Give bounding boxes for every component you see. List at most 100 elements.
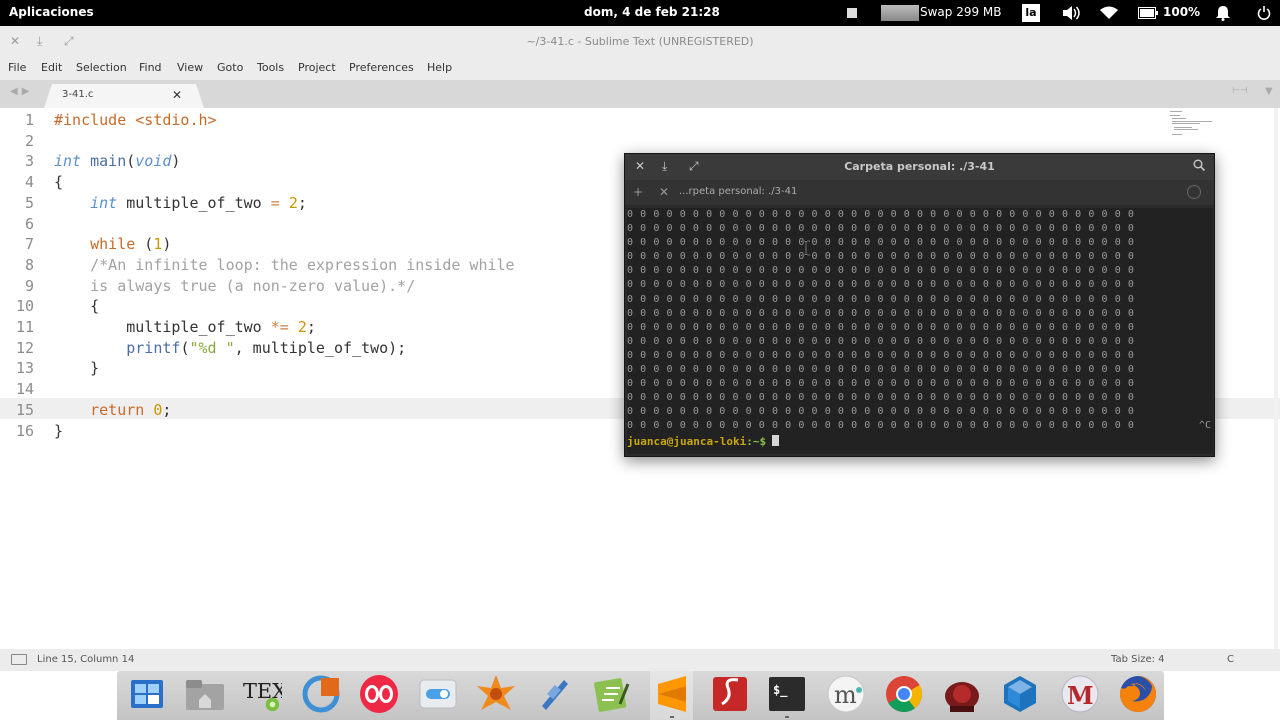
line-number: 1	[24, 111, 34, 129]
line-number: 5	[24, 193, 34, 212]
sublime-running-indicator	[670, 716, 674, 718]
sublime-text-icon[interactable]	[652, 674, 692, 714]
terminal-tab-label[interactable]: ...rpeta personal: ./3-41	[679, 186, 797, 197]
battery-icon[interactable]	[1137, 4, 1159, 22]
code-line: 15 return 0;	[0, 400, 600, 421]
line-number: 3	[24, 152, 34, 171]
line-text: {	[54, 173, 64, 192]
applications-menu[interactable]: Aplicaciones	[9, 5, 94, 19]
tab-bar: ◀▶ 3-41.c ✕ ⊢⊣ ▼	[0, 80, 1280, 108]
line-text: }	[54, 359, 100, 378]
minimap[interactable]	[1168, 110, 1220, 140]
line-number: 11	[15, 318, 34, 336]
line-number: 12	[15, 338, 34, 357]
mu-editor-icon[interactable]: m	[826, 674, 866, 714]
terminal-title: Carpeta personal: ./3-41	[844, 160, 995, 173]
status-bar: Line 15, Column 14 Tab Size: 4 C	[0, 649, 1280, 671]
top-panel: Aplicaciones dom, 4 de feb 21:28 Swap 29…	[0, 0, 1280, 26]
code-line: 11 multiple_of_two *= 2;	[0, 317, 600, 338]
line-number: 4	[24, 173, 34, 192]
volume-icon[interactable]	[1060, 4, 1082, 22]
menu-edit[interactable]: Edit	[41, 61, 62, 74]
terminal-tab-close-icon[interactable]: ✕	[659, 185, 669, 199]
power-icon[interactable]	[1256, 4, 1272, 22]
terminal-window[interactable]: ✕ ⤓ ⤢ Carpeta personal: ./3-41 + ✕ ...rp…	[624, 153, 1215, 457]
menu-goto[interactable]: Goto	[217, 61, 243, 74]
line-text: }	[54, 421, 64, 440]
line-number: 15	[15, 400, 34, 419]
opera-icon[interactable]	[359, 674, 399, 714]
syntax-mode[interactable]: C	[1227, 654, 1234, 665]
line-number: 9	[24, 276, 34, 295]
prompt-path: :~$	[746, 435, 767, 448]
tab-size[interactable]: Tab Size: 4	[1111, 654, 1165, 665]
svg-text:M: M	[1067, 681, 1094, 710]
firefox-icon[interactable]	[1118, 674, 1158, 714]
window-title: ~/3-41.c - Sublime Text (UNREGISTERED)	[526, 35, 754, 48]
program-output: 0 0 0 0 0 0 0 0 0 0 0 0 0 0 0 0 0 0 0 0 …	[627, 209, 1135, 432]
chrome-icon[interactable]	[884, 674, 924, 714]
line-number: 16	[15, 421, 34, 440]
tab-nav-arrows-icon[interactable]: ◀▶	[10, 86, 33, 97]
code-line: 7 while (1)	[0, 234, 600, 255]
screen-icon[interactable]	[845, 4, 859, 22]
panel-toggle-icon[interactable]	[11, 654, 27, 665]
terminal-running-indicator	[785, 716, 789, 718]
virtualbox-icon[interactable]	[1000, 674, 1040, 714]
line-text: multiple_of_two *= 2;	[54, 318, 316, 336]
line-number: 7	[24, 235, 34, 254]
terminal-output[interactable]: 0 0 0 0 0 0 0 0 0 0 0 0 0 0 0 0 0 0 0 0 …	[627, 208, 1213, 454]
tab-label: 3-41.c	[62, 89, 94, 100]
line-number: 6	[24, 214, 34, 233]
multitasking-view-icon[interactable]	[127, 674, 167, 714]
code-line: 4{	[0, 172, 600, 193]
code-line: 13 }	[0, 358, 600, 379]
history-icon[interactable]	[1187, 185, 1201, 199]
system-settings-icon[interactable]	[418, 674, 458, 714]
code-line: 3 int main(void)	[0, 151, 600, 172]
files-icon[interactable]	[185, 674, 225, 714]
line-text: #include <stdio.h>	[54, 111, 217, 129]
menu-tools[interactable]: Tools	[257, 61, 284, 74]
swap-label: Swap 299 MB	[920, 5, 1002, 19]
menu-preferences[interactable]: Preferences	[349, 61, 414, 74]
line-text: int multiple_of_two = 2;	[90, 193, 307, 212]
menu-file[interactable]: File	[8, 61, 26, 74]
tab-close-icon[interactable]: ✕	[172, 88, 182, 102]
code-line: 10 {	[0, 296, 600, 317]
menu-selection[interactable]: Selection	[76, 61, 127, 74]
terminal-dock-label: $_	[773, 683, 788, 698]
scribus-icon[interactable]	[710, 674, 750, 714]
line-text: return 0;	[90, 400, 172, 419]
terminal-search-icon[interactable]	[1193, 159, 1206, 174]
menu-help[interactable]: Help	[427, 61, 452, 74]
menu-find[interactable]: Find	[139, 61, 162, 74]
tab-overflow-icon[interactable]: ⊢⊣	[1232, 86, 1248, 96]
menu-project[interactable]: Project	[298, 61, 336, 74]
menu-bar: File Edit Selection Find View Goto Tools…	[0, 58, 1280, 80]
text-editor-icon[interactable]	[592, 674, 632, 714]
battery-percent: 100%	[1163, 5, 1201, 19]
line-text: printf("%d ", multiple_of_two);	[126, 338, 407, 357]
texstudio-icon[interactable]: TEX	[242, 674, 282, 714]
frozen-bubble-icon[interactable]	[942, 674, 982, 714]
wifi-icon[interactable]	[1099, 4, 1119, 22]
tab-dropdown-icon[interactable]: ▼	[1265, 86, 1273, 97]
synaptic-icon[interactable]	[476, 674, 516, 714]
maxima-icon[interactable]: M	[1060, 674, 1100, 714]
clock[interactable]: dom, 4 de feb 21:28	[584, 5, 720, 19]
editor-titlebar: ✕ ⤓ ⤢ ~/3-41.c - Sublime Text (UNREGISTE…	[0, 26, 1280, 58]
line-number: 2	[24, 131, 34, 150]
shell-prompt: juanca@juanca-loki:~$	[627, 435, 780, 448]
terminal-tab-bar: + ✕ ...rpeta personal: ./3-41	[625, 180, 1214, 205]
menu-view[interactable]: View	[177, 61, 203, 74]
new-tab-icon[interactable]: +	[633, 185, 643, 199]
editor-scrollbar[interactable]	[1274, 108, 1278, 649]
terminal-dock-icon[interactable]: $_	[767, 674, 807, 714]
tab-3-41[interactable]: 3-41.c ✕	[44, 84, 204, 108]
ubuntu-software-icon[interactable]	[301, 674, 341, 714]
keyboard-layout[interactable]: la	[1022, 4, 1040, 22]
notifications-icon[interactable]	[1215, 4, 1231, 22]
wavemon-icon[interactable]	[534, 674, 574, 714]
code-line: 9 is always true (a non-zero value).*/	[0, 276, 600, 297]
